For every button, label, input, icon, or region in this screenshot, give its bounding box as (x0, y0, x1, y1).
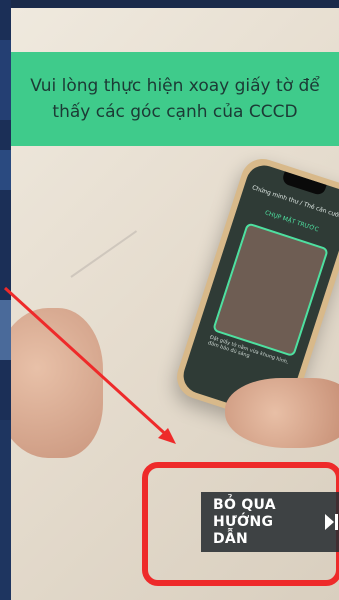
skip-guide-button[interactable]: BỎ QUA HƯỚNG DẪN (201, 492, 339, 552)
skip-guide-label: BỎ QUA HƯỚNG DẪN (213, 496, 276, 547)
skip-next-icon (325, 514, 339, 530)
arrow-shaft (3, 286, 174, 442)
